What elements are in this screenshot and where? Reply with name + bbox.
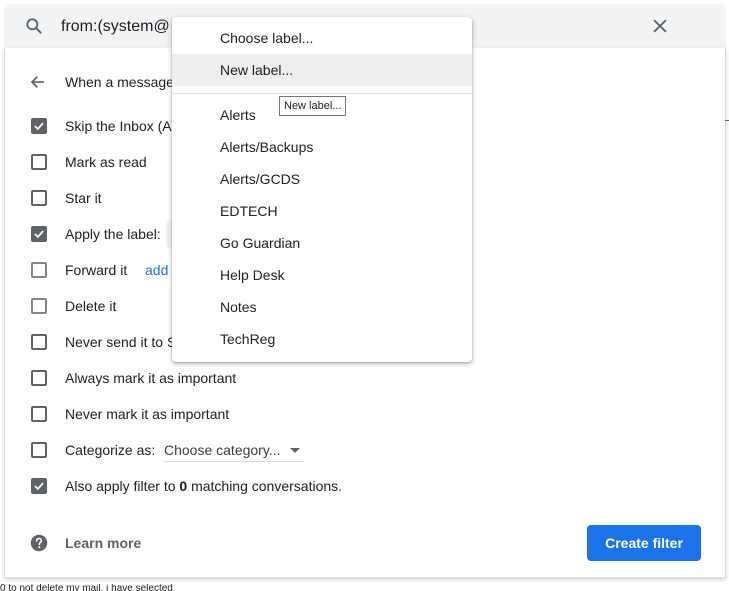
- new-label-tooltip: New label...: [279, 96, 347, 116]
- mark-read-checkbox[interactable]: [31, 154, 47, 170]
- never-important-label: Never mark it as important: [65, 406, 230, 422]
- menu-item-label: TechReg: [220, 331, 276, 347]
- learn-more-row: Learn more: [0, 528, 300, 558]
- skip-inbox-label: Skip the Inbox (A: [65, 118, 172, 134]
- arrow-back-icon[interactable]: [29, 73, 47, 91]
- background-page-text: 0 to not delete my mail. i have selected: [0, 584, 173, 591]
- menu-item-label: Go Guardian: [220, 235, 301, 251]
- menu-item-edtech[interactable]: EDTECH: [172, 195, 472, 227]
- add-forwarding-address-link[interactable]: add: [145, 262, 168, 278]
- star-it-label: Star it: [65, 190, 102, 206]
- close-icon[interactable]: [650, 16, 670, 36]
- forward-it-checkbox[interactable]: [31, 262, 47, 278]
- delete-it-label: Delete it: [65, 298, 117, 314]
- menu-divider: [172, 93, 472, 94]
- never-important-checkbox[interactable]: [31, 406, 47, 422]
- also-apply-suffix: matching conversations.: [187, 478, 343, 494]
- panel-edge-mark: [725, 120, 729, 121]
- also-apply-label: Also apply filter to 0 matching conversa…: [65, 478, 342, 494]
- chevron-down-icon: [290, 448, 300, 453]
- check-icon: [34, 230, 44, 239]
- menu-item-techreg[interactable]: TechReg: [172, 323, 472, 355]
- learn-more-link[interactable]: Learn more: [65, 535, 141, 551]
- mark-read-label: Mark as read: [65, 154, 147, 170]
- action-row-never-important: Never mark it as important: [0, 400, 720, 428]
- action-row-always-important: Always mark it as important: [0, 364, 720, 392]
- menu-item-go-guardian[interactable]: Go Guardian: [172, 227, 472, 259]
- search-icon[interactable]: [24, 16, 44, 36]
- menu-item-alerts-gcds[interactable]: Alerts/GCDS: [172, 163, 472, 195]
- delete-it-checkbox[interactable]: [31, 298, 47, 314]
- also-apply-checkbox[interactable]: [31, 478, 47, 494]
- menu-item-new-label[interactable]: New label...: [172, 54, 472, 86]
- menu-item-label: EDTECH: [220, 203, 278, 219]
- always-important-label: Always mark it as important: [65, 370, 237, 386]
- always-important-checkbox[interactable]: [31, 370, 47, 386]
- menu-item-label: Notes: [220, 299, 257, 315]
- menu-item-label: Choose label...: [220, 30, 314, 46]
- never-spam-label: Never send it to S: [65, 334, 177, 350]
- menu-item-label: Alerts/Backups: [220, 139, 314, 155]
- check-icon: [34, 122, 44, 131]
- menu-item-label: Alerts: [220, 107, 256, 123]
- skip-inbox-checkbox[interactable]: [31, 118, 47, 134]
- category-select[interactable]: Choose category...: [164, 440, 304, 462]
- search-query-text[interactable]: from:(system@: [61, 18, 170, 36]
- action-row-also-apply: Also apply filter to 0 matching conversa…: [0, 472, 720, 500]
- category-select-value: Choose category...: [164, 442, 281, 458]
- apply-label-label: Apply the label:: [65, 226, 161, 242]
- create-filter-button[interactable]: Create filter: [587, 525, 701, 561]
- menu-item-label: Help Desk: [220, 267, 285, 283]
- menu-item-choose-label[interactable]: Choose label...: [172, 22, 472, 54]
- menu-item-help-desk[interactable]: Help Desk: [172, 259, 472, 291]
- menu-item-notes[interactable]: Notes: [172, 291, 472, 323]
- check-icon: [34, 482, 44, 491]
- forward-it-label: Forward it: [65, 262, 128, 278]
- star-it-checkbox[interactable]: [31, 190, 47, 206]
- never-spam-checkbox[interactable]: [31, 334, 47, 350]
- action-row-categorize: Categorize as: Choose category...: [0, 436, 720, 464]
- menu-item-label: Alerts/GCDS: [220, 171, 301, 187]
- criteria-summary: When a message: [65, 74, 174, 90]
- label-dropdown-menu: Choose label... New label... Alerts Aler…: [172, 17, 472, 362]
- help-icon[interactable]: [30, 534, 48, 552]
- categorize-checkbox[interactable]: [31, 442, 47, 458]
- also-apply-prefix: Also apply filter to: [65, 478, 180, 494]
- apply-label-checkbox[interactable]: [31, 226, 47, 242]
- menu-item-label: New label...: [220, 62, 294, 78]
- categorize-label: Categorize as:: [65, 442, 156, 458]
- menu-item-alerts-backups[interactable]: Alerts/Backups: [172, 131, 472, 163]
